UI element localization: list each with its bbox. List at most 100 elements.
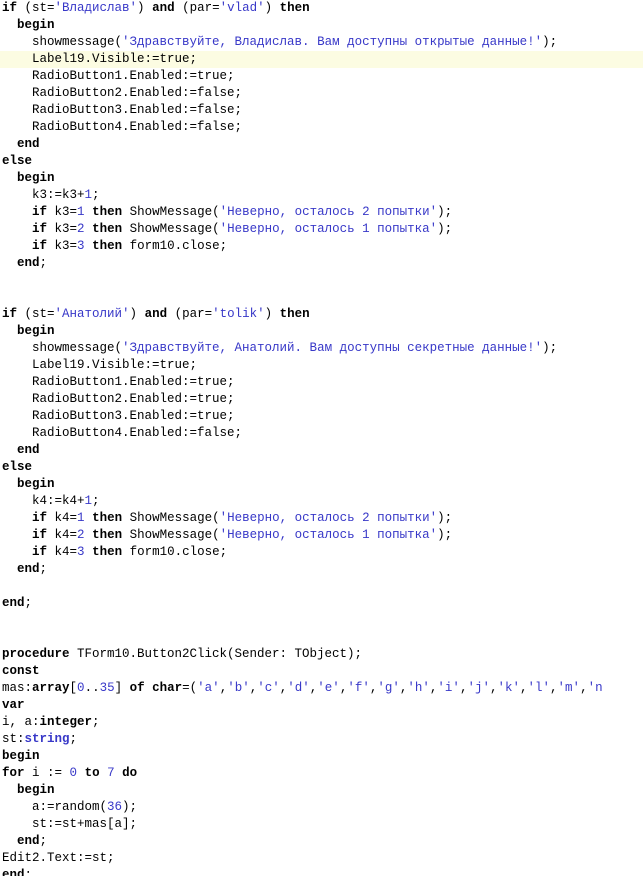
code-line[interactable]: RadioButton1.Enabled:=true; [0,68,643,85]
code-token-pun [2,511,32,525]
code-token-kw: end [2,596,25,610]
code-line[interactable]: showmessage('Здравствуйте, Анатолий. Вам… [0,340,643,357]
code-line[interactable]: begin [0,323,643,340]
code-token-kw: then [92,528,123,542]
code-token-pun: ; [92,494,100,508]
code-token-pun: ; [92,188,100,202]
code-line[interactable]: procedure TForm10.Button2Click(Sender: T… [0,646,643,663]
code-token-typ: string [24,732,70,746]
code-token-pun [85,239,93,253]
code-line[interactable] [0,578,643,595]
code-token-kw: begin [17,18,55,32]
code-line[interactable]: Label19.Visible:=true; [0,357,643,374]
code-line[interactable]: if k4=3 then form10.close; [0,544,643,561]
code-token-kw: end [17,562,40,576]
code-line[interactable]: const [0,663,643,680]
code-line[interactable]: i, a:integer; [0,714,643,731]
code-line[interactable]: Edit2.Text:=st; [0,850,643,867]
code-line[interactable]: RadioButton3.Enabled:=false; [0,102,643,119]
code-line[interactable]: a:=random(36); [0,799,643,816]
code-line[interactable] [0,612,643,629]
code-line[interactable]: if k3=2 then ShowMessage('Неверно, остал… [0,221,643,238]
code-token-num: 0 [77,681,85,695]
code-token-str: 'a' [197,681,220,695]
code-token-pun [2,783,17,797]
code-token-pun: ); [437,205,453,219]
code-line[interactable]: end [0,442,643,459]
code-line[interactable]: st:=st+mas[a]; [0,816,643,833]
code-line[interactable]: begin [0,782,643,799]
code-token-kw: of [129,681,145,695]
code-line[interactable]: if (st='Владислав') and (par='vlad') the… [0,0,643,17]
code-token-pun: form10.close; [122,545,228,559]
code-token-pun: .. [84,681,100,695]
code-token-kw: char [152,681,183,695]
code-token-pun: ShowMessage( [122,222,220,236]
code-token-num: 0 [69,766,78,780]
code-token-str: 'l' [527,681,551,695]
code-line[interactable]: end; [0,595,643,612]
code-line[interactable]: begin [0,17,643,34]
code-line[interactable]: end; [0,833,643,850]
code-token-pun: ); [437,528,453,542]
code-line[interactable]: else [0,153,643,170]
code-token-str: 'Неверно, осталось 2 попытки' [219,511,438,525]
code-token-kw: else [2,154,33,168]
code-text-area[interactable]: if (st='Владислав') and (par='vlad') the… [0,0,643,876]
code-line[interactable] [0,289,643,306]
code-token-kw: for [2,766,25,780]
code-line[interactable]: var [0,697,643,714]
code-line[interactable]: k4:=k4+1; [0,493,643,510]
code-line[interactable]: RadioButton4.Enabled:=false; [0,425,643,442]
code-token-str: 'm' [557,681,581,695]
code-token-pun [2,477,17,491]
code-line[interactable]: end; [0,561,643,578]
code-line[interactable]: Label19.Visible:=true; [0,51,643,68]
code-line[interactable]: if (st='Анатолий') and (par='tolik') the… [0,306,643,323]
code-line[interactable]: begin [0,170,643,187]
code-line[interactable]: end; [0,867,643,876]
code-line[interactable]: st:string; [0,731,643,748]
code-token-pun [2,834,17,848]
code-token-pun [2,222,32,236]
code-line[interactable]: end; [0,255,643,272]
code-token-pun [100,766,108,780]
code-token-pun: k3= [47,222,78,236]
code-token-str: 'Неверно, осталось 1 попытка' [219,222,438,236]
code-line[interactable]: showmessage('Здравствуйте, Владислав. Ва… [0,34,643,51]
code-line[interactable]: if k3=1 then ShowMessage('Неверно, остал… [0,204,643,221]
code-token-kw: end [17,443,40,457]
code-line[interactable]: RadioButton2.Enabled:=false; [0,85,643,102]
code-token-num: 2 [77,222,85,236]
code-token-num: 1 [77,511,85,525]
code-line[interactable]: if k4=2 then ShowMessage('Неверно, остал… [0,527,643,544]
code-line[interactable]: RadioButton3.Enabled:=true; [0,408,643,425]
code-line[interactable]: begin [0,748,643,765]
code-line[interactable] [0,272,643,289]
code-line[interactable]: RadioButton2.Enabled:=true; [0,391,643,408]
code-token-str: 'tolik' [212,307,265,321]
code-token-pun [2,171,17,185]
code-token-kw: begin [17,324,55,338]
code-line[interactable]: else [0,459,643,476]
code-line[interactable]: end [0,136,643,153]
code-token-str: 'Неверно, осталось 2 попытки' [219,205,438,219]
code-line[interactable]: if k3=3 then form10.close; [0,238,643,255]
code-line[interactable]: k3:=k3+1; [0,187,643,204]
code-token-pun: RadioButton1.Enabled:=true; [2,69,235,83]
code-line[interactable]: RadioButton1.Enabled:=true; [0,374,643,391]
code-token-num: 35 [99,681,115,695]
code-line[interactable]: for i := 0 to 7 do [0,765,643,782]
code-editor-pane[interactable]: if (st='Владислав') and (par='vlad') the… [0,0,643,876]
code-token-pun: RadioButton4.Enabled:=false; [2,426,243,440]
code-line[interactable]: if k4=1 then ShowMessage('Неверно, остал… [0,510,643,527]
code-line[interactable]: mas:array[0..35] of char=('a', 'b', 'c', 'd… [0,680,643,697]
code-token-str: 'k' [497,681,520,695]
code-line[interactable] [0,629,643,646]
code-token-pun: ) [129,307,145,321]
code-token-kw: and [144,307,168,321]
code-line[interactable]: begin [0,476,643,493]
code-token-pun: Label19.Visible:=true; [2,52,198,66]
code-token-pun: Label19.Visible:=true; [2,358,198,372]
code-line[interactable]: RadioButton4.Enabled:=false; [0,119,643,136]
